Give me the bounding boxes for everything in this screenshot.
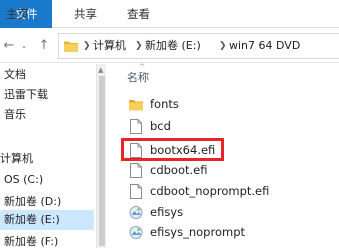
image-file-icon bbox=[129, 206, 143, 219]
chevron-down-icon[interactable]: ⌄ bbox=[18, 35, 30, 57]
breadcrumb-separator-icon[interactable]: ❯ bbox=[219, 34, 227, 58]
nav-item-computer[interactable]: 计算机 bbox=[0, 149, 94, 169]
nav-item-drive-c[interactable]: OS (C:) bbox=[0, 170, 94, 190]
document-icon bbox=[130, 184, 142, 199]
nav-item-drive-d[interactable]: 新加卷 (D:) bbox=[0, 192, 94, 212]
column-header-name[interactable]: ^ 名称 bbox=[107, 63, 339, 88]
file-name: bcd bbox=[150, 119, 171, 133]
nav-item-drive-e[interactable]: 新加卷 (E:) bbox=[0, 210, 94, 230]
column-header-label: 名称 bbox=[127, 71, 149, 84]
scroll-up-icon[interactable]: ▲ bbox=[98, 66, 103, 74]
scroll-thumb[interactable] bbox=[99, 76, 105, 246]
file-name: cdboot.efi bbox=[150, 163, 208, 177]
file-row-cdboot-efi[interactable]: cdboot.efi bbox=[107, 160, 339, 180]
document-icon bbox=[130, 163, 142, 178]
breadcrumb-separator-icon[interactable]: ❯ bbox=[135, 34, 143, 58]
file-name: fonts bbox=[150, 97, 179, 111]
highlight-box bbox=[121, 138, 224, 161]
breadcrumb-computer[interactable]: 计算机 bbox=[93, 34, 126, 58]
nav-item-documents[interactable]: 文档 bbox=[0, 65, 94, 85]
breadcrumb-win7-dvd[interactable]: win7 64 DVD bbox=[229, 34, 300, 58]
file-row-efisys-noprompt[interactable]: efisys_noprompt bbox=[107, 222, 339, 242]
navigation-pane: 文档 迅雷下载 音乐 计算机 OS (C:) 新加卷 (D:) 新加卷 (E:)… bbox=[0, 64, 96, 248]
nav-item-drive-f[interactable]: 新加卷 (F:) bbox=[0, 232, 94, 248]
ribbon: 文件 主页 共享 查看 bbox=[0, 0, 339, 28]
file-name: efisys_noprompt bbox=[150, 225, 246, 239]
file-row-cdboot-noprompt-efi[interactable]: cdboot_noprompt.efi bbox=[107, 181, 339, 201]
tab-home[interactable]: 主页 bbox=[6, 0, 29, 28]
nav-item-music[interactable]: 音乐 bbox=[0, 105, 94, 125]
folder-icon bbox=[129, 100, 143, 111]
breadcrumb-volume-e[interactable]: 新加卷 (E:) bbox=[145, 34, 201, 58]
file-row-fonts[interactable]: fonts bbox=[107, 94, 339, 114]
file-name: cdboot_noprompt.efi bbox=[150, 184, 270, 198]
document-icon bbox=[130, 119, 142, 134]
up-arrow-icon[interactable]: ↑ bbox=[36, 35, 52, 57]
nav-scrollbar[interactable]: ▲ bbox=[96, 64, 106, 248]
folder-icon bbox=[64, 41, 78, 52]
back-arrow-icon[interactable]: ← bbox=[2, 35, 16, 57]
tab-share[interactable]: 共享 bbox=[74, 0, 97, 28]
tab-view[interactable]: 查看 bbox=[127, 0, 150, 28]
file-row-bcd[interactable]: bcd bbox=[107, 116, 339, 136]
path-box[interactable]: ❯ 计算机 ❯ 新加卷 (E:) ❯ win7 64 DVD bbox=[58, 33, 339, 59]
breadcrumb-separator-icon[interactable]: ❯ bbox=[83, 34, 91, 58]
file-name: efisys bbox=[150, 205, 184, 219]
image-file-icon bbox=[129, 226, 143, 239]
file-row-efisys[interactable]: efisys bbox=[107, 202, 339, 222]
nav-item-xunlei-downloads[interactable]: 迅雷下载 bbox=[0, 85, 94, 105]
address-bar: ← ⌄ ↑ ❯ 计算机 ❯ 新加卷 (E:) ❯ win7 64 DVD bbox=[0, 29, 339, 63]
